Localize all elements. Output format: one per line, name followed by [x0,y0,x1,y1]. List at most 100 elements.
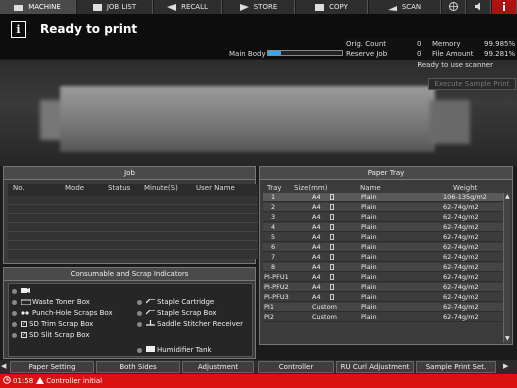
table-row[interactable]: PI-PFU1 A4 Plain 62-74g/m2 [263,273,505,282]
table-row [8,205,258,214]
help-button[interactable] [492,0,517,14]
table-row[interactable]: 7 A4 Plain 62-74g/m2 [263,253,505,262]
table-row[interactable]: 4 A4 Plain 62-74g/m2 [263,223,505,232]
tray-cell: 8 [271,263,276,271]
tab-copy[interactable]: COPY [296,0,368,14]
weight-cell: 62-74g/m2 [443,273,479,281]
col-status: Status [108,184,131,192]
col-size: Size(mm) [294,184,328,192]
size-cell: A4 [312,283,321,291]
scan-icon [387,4,397,11]
portrait-paper-icon [330,264,334,272]
table-row [8,214,258,223]
status-dot [137,310,142,316]
scroll-left-icon[interactable]: ◀ [1,362,9,372]
table-row[interactable]: 1 A4 Plain 106-135g/m2 [263,193,505,202]
table-row[interactable]: 6 A4 Plain 62-74g/m2 [263,243,505,252]
weight-cell: 62-74g/m2 [443,263,479,271]
slit-icon: ✓ [21,332,27,338]
status-dot [137,299,142,305]
table-row[interactable]: PI-PFU2 A4 Plain 62-74g/m2 [263,283,505,292]
name-cell: Plain [361,243,377,251]
weight-cell: 62-74g/m2 [443,293,479,301]
table-row [8,196,258,205]
scroll-up-icon[interactable]: ▲ [505,193,510,201]
weight-cell: 62-74g/m2 [443,283,479,291]
tab-label: RECALL [181,3,208,11]
both-sides-button[interactable]: Both Sides [96,361,180,373]
volume-button[interactable] [467,0,491,14]
size-cell: A4 [312,223,321,231]
status-message: Controller initial [46,377,103,385]
tray-cell: PI-PFU3 [264,293,289,301]
paper-setting-button[interactable]: Paper Setting [10,361,94,373]
scroll-down-icon[interactable]: ▼ [505,335,510,343]
tab-recall[interactable]: RECALL [154,0,222,14]
tray-cell: 6 [271,243,276,251]
portrait-paper-icon [330,234,334,242]
file-amount-value: 99.281% [484,50,516,58]
name-cell: Plain [361,313,377,321]
size-cell: A4 [312,273,321,281]
memory-label: Memory [432,40,461,48]
size-cell: A4 [312,293,321,301]
name-cell: Plain [361,213,377,221]
col-tray: Tray [267,184,282,192]
table-row[interactable]: PI2 Custom Plain 62-74g/m2 [263,313,505,322]
sample-print-set-button[interactable]: Sample Print Set. [416,361,496,373]
globe-button[interactable] [442,0,466,14]
waste-toner-icon [20,299,32,306]
clock-icon [3,376,11,386]
size-cell: A4 [312,263,321,271]
reserve-job-value: 0 [417,50,422,58]
tray-scrollbar[interactable]: ▲ ▼ [503,193,510,343]
table-row[interactable]: 3 A4 Plain 62-74g/m2 [263,213,505,222]
name-cell: Plain [361,223,377,231]
tab-machine[interactable]: MACHINE [0,0,76,14]
main-body-label: Main Body [229,50,266,58]
list-icon [92,3,102,11]
adjustment-button[interactable]: Adjustment [182,361,254,373]
tray-list[interactable]: 1 A4 Plain 106-135g/m2 2 A4 Plain 62-74g/m2 3 A4 P… [263,193,505,343]
trim-icon: ✓ [21,321,27,327]
execute-sample-print-button[interactable]: Execute Sample Print [428,78,516,90]
tray-cell: 7 [271,253,276,261]
table-row [8,223,258,232]
staple-scrap-box: Staple Scrap Box [137,309,217,317]
weight-cell: 62-74g/m2 [443,243,479,251]
item-label: Staple Cartridge [157,298,215,306]
col-name: Name [360,184,381,192]
table-row[interactable]: PI-PFU3 A4 Plain 62-74g/m2 [263,293,505,302]
reserve-job-label: Reserve Job [346,50,388,58]
humidifier-tank: Humidifier Tank [137,346,212,354]
job-table-header: No. Mode Status Minute(S) User Name [8,184,258,196]
punch-icon [21,310,31,316]
consumables-panel: Consumable and Scrap Indicators Waste To… [3,267,256,359]
scanner-status: Ready to use scanner [417,61,493,69]
table-row[interactable]: 5 A4 Plain 62-74g/m2 [263,233,505,242]
weight-cell: 62-74g/m2 [443,213,479,221]
table-row[interactable]: 8 A4 Plain 62-74g/m2 [263,263,505,272]
size-cell: Custom [312,313,337,321]
status-dot [12,299,17,305]
name-cell: Plain [361,303,377,311]
job-list[interactable] [8,196,258,259]
tab-store[interactable]: STORE [223,0,295,14]
portrait-paper-icon [330,214,334,222]
portrait-paper-icon [330,244,334,252]
ru-curl-adjustment-button[interactable]: RU Curl Adjustment [336,361,414,373]
tab-scan[interactable]: SCAN [369,0,441,14]
tab-job-list[interactable]: JOB LIST [77,0,153,14]
name-cell: Plain [361,263,377,271]
scroll-right-icon[interactable]: ▶ [503,362,511,372]
table-row[interactable]: PI1 Custom Plain 62-74g/m2 [263,303,505,312]
copy-icon [315,3,325,11]
tab-label: SCAN [401,3,422,11]
machine-body[interactable] [60,86,435,152]
weight-cell: 62-74g/m2 [443,313,479,321]
table-row[interactable]: 2 A4 Plain 62-74g/m2 [263,203,505,212]
size-cell: A4 [312,253,321,261]
tray-cell: PI2 [264,313,274,321]
controller-button[interactable]: Controller [258,361,334,373]
tray-cell: 4 [271,223,276,231]
